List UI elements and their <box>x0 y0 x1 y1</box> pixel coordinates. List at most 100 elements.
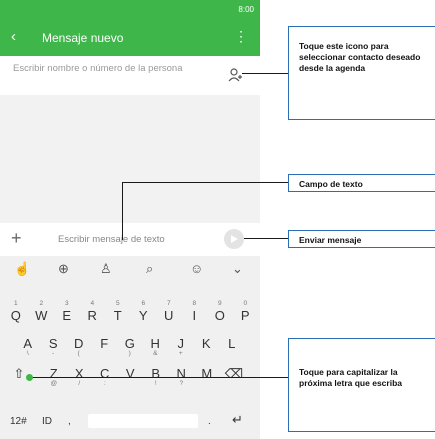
key-a[interactable]: A \ <box>16 336 40 357</box>
key-label: O <box>214 308 225 323</box>
key-q[interactable]: Q1 <box>4 300 28 323</box>
key-l[interactable]: L <box>220 336 244 351</box>
recipient-input[interactable]: Escribir nombre o número de la persona <box>0 56 260 94</box>
key-v[interactable]: V <box>119 366 143 381</box>
send-pointer-line <box>244 238 288 239</box>
key-m[interactable]: M <box>195 366 219 381</box>
gesture-icon[interactable]: ☝ <box>14 261 30 277</box>
key-hint: 3 <box>64 300 69 307</box>
key-u[interactable]: U7 <box>157 300 181 323</box>
message-text-field[interactable]: Escribir mensaje de texto <box>58 234 165 245</box>
key-s[interactable]: S- <box>42 336 66 357</box>
shirt-icon[interactable]: ♙ <box>100 261 112 277</box>
key-t[interactable]: T5 <box>106 300 130 323</box>
key-label: Y <box>138 308 148 323</box>
key-hint: 0 <box>243 300 248 307</box>
textfield-pointer-drop <box>122 182 123 240</box>
callout-send: Enviar mensaje <box>288 230 435 248</box>
key-label: V <box>125 366 135 381</box>
space-key[interactable] <box>88 414 198 428</box>
key-b[interactable]: B! <box>144 366 168 387</box>
key-e[interactable]: E3 <box>55 300 79 323</box>
textfield-pointer-line <box>122 182 288 183</box>
key-label: R <box>87 308 97 323</box>
key-hint: 5 <box>115 300 120 307</box>
key-j[interactable]: J + <box>169 336 193 357</box>
key-sub: \ <box>26 350 29 357</box>
key-n[interactable]: N? <box>170 366 194 387</box>
comma-key[interactable]: , <box>68 416 71 427</box>
key-label: J <box>177 336 185 351</box>
key-hint: 4 <box>90 300 95 307</box>
callout-contact: Toque este icono para seleccionar contac… <box>288 26 435 120</box>
shift-pointer-dot <box>26 374 33 381</box>
key-w[interactable]: W2 <box>30 300 54 323</box>
key-hint: 7 <box>166 300 171 307</box>
key-label: B <box>151 366 161 381</box>
send-icon <box>231 235 238 243</box>
key-sub: + <box>178 350 183 357</box>
key-p[interactable]: P0 <box>234 300 258 323</box>
key-x[interactable]: X / <box>68 366 92 387</box>
keyboard: ☝ ⊕ ♙ ⌕ ☺ ⌄ Q1W2E3R4T5Y6U7I8O9P0 A \ S - D(F… <box>0 256 260 439</box>
key-label: I <box>192 308 197 323</box>
key-sub: / <box>78 380 81 387</box>
key-label: L <box>228 336 236 351</box>
recipient-placeholder: Escribir nombre o número de la persona <box>13 63 183 74</box>
key-label: E <box>62 308 72 323</box>
key-d[interactable]: D( <box>67 336 91 357</box>
key-h[interactable]: H & <box>144 336 168 357</box>
key-hint: 2 <box>39 300 44 307</box>
add-attachment-icon[interactable]: + <box>11 228 22 248</box>
key-g[interactable]: G) <box>118 336 142 357</box>
period-key[interactable]: . <box>208 416 211 427</box>
key-label: Z <box>49 366 58 381</box>
chevron-down-icon[interactable]: ⌄ <box>232 261 243 277</box>
delete-icon[interactable]: ⌫ <box>222 366 246 382</box>
key-label: Q <box>10 308 21 323</box>
globe-icon[interactable]: ⊕ <box>58 261 69 277</box>
emoji-icon[interactable]: ☺ <box>190 261 203 276</box>
key-sub: ) <box>128 350 131 357</box>
more-vert-icon[interactable]: ⋮ <box>234 28 248 44</box>
send-button[interactable] <box>224 229 244 249</box>
app-bar: ‹ Mensaje nuevo ⋮ <box>0 20 260 56</box>
key-sub: - <box>52 350 55 357</box>
key-sub: & <box>153 350 158 357</box>
callout-shift: Toque para capitalizar la próxima letra … <box>288 338 435 432</box>
key-sub: ! <box>154 380 157 387</box>
key-k[interactable]: K <box>195 336 219 351</box>
key-sub: @ <box>50 380 58 387</box>
key-label: W <box>35 308 48 323</box>
key-c[interactable]: C: <box>93 366 117 387</box>
key-sub: ? <box>179 380 184 387</box>
key-hint: 1 <box>13 300 18 307</box>
enter-icon[interactable]: ↵ <box>232 412 243 428</box>
key-label: C <box>100 366 110 381</box>
key-o[interactable]: O9 <box>208 300 232 323</box>
language-key[interactable]: ID <box>42 416 52 427</box>
callout-textfield-text: Campo de texto <box>299 179 363 189</box>
key-label: M <box>201 366 213 381</box>
key-label: F <box>100 336 109 351</box>
key-hint: 6 <box>141 300 146 307</box>
search-icon[interactable]: ⌕ <box>146 261 153 277</box>
key-y[interactable]: Y6 <box>132 300 156 323</box>
numbers-key[interactable]: 12# <box>10 416 27 427</box>
key-label: S <box>48 336 58 351</box>
callout-textfield: Campo de texto <box>288 174 435 192</box>
key-label: H <box>150 336 160 351</box>
back-arrow-icon[interactable]: ‹ <box>11 29 16 45</box>
key-r[interactable]: R4 <box>81 300 105 323</box>
status-time: 8:00 <box>238 5 254 14</box>
key-label: U <box>164 308 174 323</box>
key-label: A <box>23 336 33 351</box>
key-i[interactable]: I8 <box>183 300 207 323</box>
key-f[interactable]: F <box>93 336 117 351</box>
page-title: Mensaje nuevo <box>42 31 124 45</box>
contact-icon[interactable] <box>228 68 242 82</box>
key-z[interactable]: Z @ <box>42 366 66 387</box>
key-label: D <box>74 336 84 351</box>
callout-shift-text: Toque para capitalizar la próxima letra … <box>299 367 402 388</box>
status-bar: 8:00 <box>0 0 260 20</box>
